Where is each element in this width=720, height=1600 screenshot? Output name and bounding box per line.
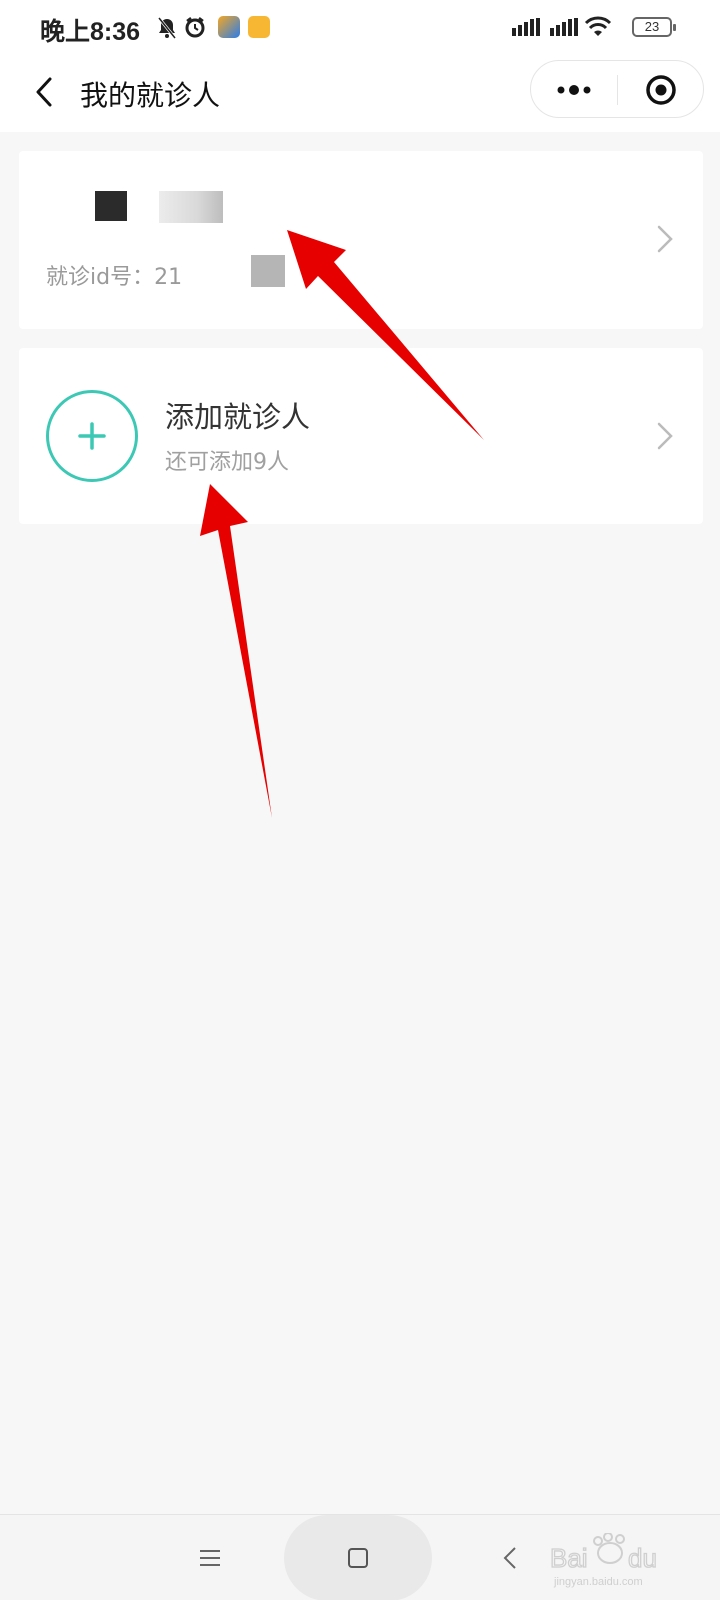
more-dots-icon (557, 85, 591, 95)
back-icon (36, 77, 52, 107)
app-icon (218, 16, 240, 38)
close-miniprogram-button[interactable] (618, 61, 704, 119)
bell-off-icon (157, 17, 177, 39)
battery-icon: 23 (632, 17, 676, 37)
page-title: 我的就诊人 (80, 79, 221, 112)
alarm-icon (185, 17, 205, 38)
add-patient-remaining: 还可添加9人 (165, 450, 289, 475)
watermark-logo: Bai du jingyan.baidu.com (550, 1533, 658, 1588)
add-patient-title: 添加就诊人 (165, 400, 311, 434)
system-nav-bar: Bai du jingyan.baidu.com (0, 1514, 720, 1600)
patient-id: 就诊id号：21 (46, 265, 183, 290)
svg-text:du: du (628, 1543, 657, 1573)
menu-button[interactable] (190, 1543, 230, 1573)
target-close-icon (646, 75, 676, 105)
svg-text:jingyan.baidu.com: jingyan.baidu.com (553, 1576, 643, 1588)
signal-icon (512, 18, 540, 36)
menu-icon (200, 1550, 220, 1566)
capsule-menu (530, 60, 704, 118)
wifi-icon (584, 16, 612, 36)
back-icon (503, 1547, 516, 1569)
patient-card[interactable]: 就诊id号：21 (19, 151, 703, 329)
plus-circle-icon (46, 390, 138, 482)
patient-name-redacted (95, 191, 127, 221)
back-button[interactable] (22, 70, 66, 114)
message-app-icon (248, 16, 270, 38)
patient-name-redacted (159, 191, 223, 223)
nav-bar: 我的就诊人 (0, 56, 720, 132)
home-icon (348, 1548, 368, 1568)
signal-icon (550, 18, 578, 36)
svg-text:Bai: Bai (550, 1543, 588, 1573)
home-button[interactable] (338, 1538, 378, 1578)
add-patient-card[interactable]: 添加就诊人 还可添加9人 (19, 348, 703, 524)
chevron-right-icon (653, 418, 677, 454)
patient-id-redacted (251, 255, 285, 287)
status-time: 晚上8:36 (40, 18, 141, 46)
chevron-right-icon (653, 221, 677, 257)
status-bar: 晚上8:36 23 (0, 0, 720, 56)
more-button[interactable] (531, 61, 617, 119)
annotation-arrow (200, 484, 272, 818)
system-back-button[interactable] (490, 1538, 530, 1578)
